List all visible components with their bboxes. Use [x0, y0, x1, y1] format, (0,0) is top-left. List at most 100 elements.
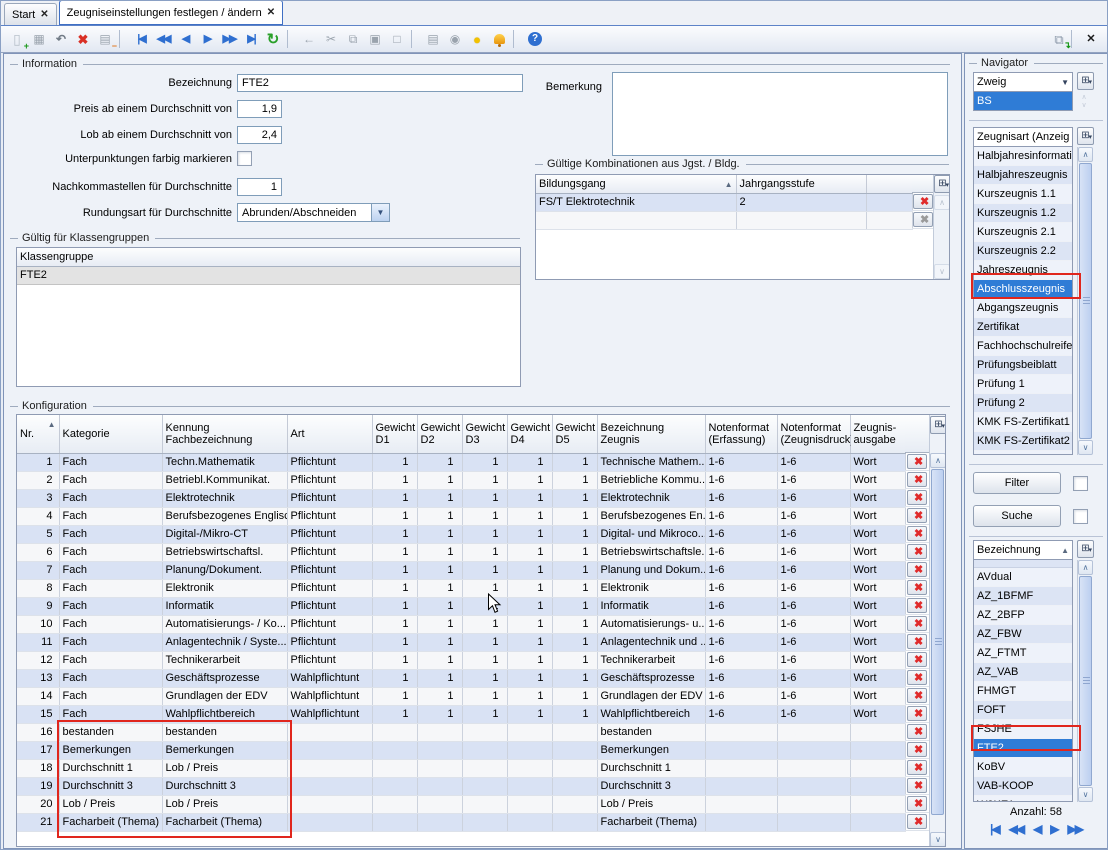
column-header[interactable]: Bezeichnung Zeugnis▲: [597, 415, 705, 453]
first-record-icon[interactable]: |◀: [131, 29, 151, 49]
bezeichnung-header[interactable]: Bezeichnung ▲: [973, 540, 1073, 560]
column-header-klassengruppe[interactable]: Klassengruppe: [17, 248, 520, 266]
preis-input[interactable]: [237, 100, 282, 118]
zeugnisart-item[interactable]: Kurszeugnis 2.1: [974, 223, 1072, 242]
zeugnisart-item[interactable]: Halbjahresinformati...: [974, 147, 1072, 166]
delete-row-button[interactable]: ✖: [907, 598, 927, 613]
konfiguration-row[interactable]: 17 Bemerkungen Bemerkungen Bemerkungen: [17, 741, 905, 759]
konfiguration-row[interactable]: 11 Fach Anlagentechnik / Syste... Pflich…: [17, 633, 905, 651]
delete-row-button[interactable]: ✖: [907, 760, 927, 775]
konfiguration-row[interactable]: 12 Fach Technikerarbeit Pflichtunt 1 1 1…: [17, 651, 905, 669]
fast-next-icon[interactable]: ▶▶: [1068, 822, 1082, 836]
delete-row-button[interactable]: ✖: [907, 814, 927, 829]
zeugnisart-item[interactable]: Kurszeugnis 1.2: [974, 204, 1072, 223]
scroll-up-icon[interactable]: ∧: [1078, 560, 1093, 575]
refresh-icon[interactable]: ↻: [263, 29, 283, 49]
column-header[interactable]: Gewicht D5▲: [552, 415, 597, 453]
delete-row-button[interactable]: ✖: [907, 652, 927, 667]
delete-row-button[interactable]: ✖: [907, 526, 927, 541]
prev-record-icon[interactable]: ◀: [1033, 822, 1040, 836]
konfiguration-row[interactable]: 3 Fach Elektrotechnik Pflichtunt 1 1 1 1…: [17, 489, 905, 507]
bemerkung-textarea[interactable]: [612, 72, 948, 156]
column-header[interactable]: Gewicht D2▲: [417, 415, 462, 453]
filter-button[interactable]: Filter: [973, 472, 1061, 494]
zeugnisart-item[interactable]: Prüfung 1: [974, 375, 1072, 394]
zeugnisart-item[interactable]: Prüfungsbeiblatt: [974, 356, 1072, 375]
zeugnisart-item[interactable]: Prüfung 2: [974, 394, 1072, 413]
column-header[interactable]: Kennung Fachbezeichnung▲: [162, 415, 287, 453]
scroll-down-icon[interactable]: ∨: [930, 832, 946, 847]
help-icon[interactable]: ?: [525, 29, 545, 49]
konfiguration-row[interactable]: 5 Fach Digital-/Mikro-CT Pflichtunt 1 1 …: [17, 525, 905, 543]
zeugnisart-item[interactable]: Abgangszeugnis: [974, 299, 1072, 318]
scroll-down-icon[interactable]: ∨: [1078, 787, 1093, 802]
delete-row-button[interactable]: ✖: [907, 454, 927, 469]
delete-row-button[interactable]: ✖: [913, 194, 933, 209]
bezeichnung-item[interactable]: KoBV: [974, 758, 1072, 777]
fast-prev-icon[interactable]: ◀◀: [153, 29, 173, 49]
column-header[interactable]: Zeugnis- ausgabe▲: [850, 415, 905, 453]
back-icon[interactable]: ←: [299, 29, 319, 49]
select-region-icon[interactable]: □: [387, 29, 407, 49]
column-header[interactable]: Notenformat (Zeugnisdruck)▲: [777, 415, 850, 453]
suche-button[interactable]: Suche: [973, 505, 1061, 527]
zeugnisart-item[interactable]: KMK FS-Zertifikat2: [974, 432, 1072, 451]
konfiguration-row[interactable]: 19 Durchschnitt 3 Durchschnitt 3 Durchsc…: [17, 777, 905, 795]
column-header[interactable]: Gewicht D1▲: [372, 415, 417, 453]
prev-record-icon[interactable]: ◀: [175, 29, 195, 49]
bezeichnung-item[interactable]: FTE2: [974, 739, 1072, 758]
konfiguration-row[interactable]: 16 bestanden bestanden bestanden: [17, 723, 905, 741]
zweig-dropdown[interactable]: Zweig ▼: [973, 72, 1073, 92]
column-header-bildungsgang[interactable]: Bildungsgang▲: [536, 175, 736, 193]
scroll-up-icon[interactable]: ∧: [930, 453, 946, 468]
zeugnisart-item[interactable]: Zertifikat: [974, 318, 1072, 337]
delete-row-button[interactable]: ✖: [907, 706, 927, 721]
form-remove-icon[interactable]: ▤ −: [95, 29, 115, 49]
bell-icon[interactable]: [489, 29, 509, 49]
hint-icon[interactable]: ●: [467, 29, 487, 49]
konfiguration-row[interactable]: 20 Lob / Preis Lob / Preis Lob / Preis: [17, 795, 905, 813]
lob-input[interactable]: [237, 126, 282, 144]
bezeichnung-item[interactable]: AZ_VAB: [974, 663, 1072, 682]
scroll-down-icon[interactable]: ∨: [1078, 440, 1093, 455]
bezeichnung-item[interactable]: W3KE1: [974, 796, 1072, 802]
delete-row-button[interactable]: ✖: [907, 796, 927, 811]
scrollbar-thumb[interactable]: [1079, 576, 1092, 786]
scroll-up-icon[interactable]: ∧: [1077, 94, 1091, 101]
konfiguration-row[interactable]: 15 Fach Wahlpflichtbereich Wahlpflichtun…: [17, 705, 905, 723]
delete-row-button[interactable]: ✖: [907, 508, 927, 523]
konfiguration-row[interactable]: 21 Facharbeit (Thema) Facharbeit (Thema)…: [17, 813, 905, 831]
fast-next-icon[interactable]: ▶▶: [219, 29, 239, 49]
tab-close-icon[interactable]: ✕: [40, 9, 48, 20]
delete-row-button[interactable]: ✖: [907, 472, 927, 487]
delete-row-button[interactable]: ✖: [907, 724, 927, 739]
grid-settings-icon[interactable]: ⊞: [1077, 72, 1094, 90]
delete-row-button[interactable]: ✖: [907, 616, 927, 631]
close-view-icon[interactable]: ✕: [1081, 29, 1101, 49]
bezeichnung-item[interactable]: AZ_FTMT: [974, 644, 1072, 663]
zeugnisart-item[interactable]: Jahreszeugnis: [974, 261, 1072, 280]
unterpunktungen-checkbox[interactable]: [237, 151, 252, 166]
bezeichnung-item[interactable]: FOFT: [974, 701, 1072, 720]
zeugnisart-item[interactable]: KMK FS-Zertifikat3: [974, 451, 1072, 455]
zweig-item-bs[interactable]: BS: [974, 92, 1072, 111]
column-header[interactable]: Gewicht D3▲: [462, 415, 507, 453]
column-header[interactable]: Notenformat (Erfassung)▲: [705, 415, 777, 453]
konfiguration-row[interactable]: 14 Fach Grundlagen der EDV Wahlpflichtun…: [17, 687, 905, 705]
bezeichnung-item[interactable]: AZ_1BFMF: [974, 587, 1072, 606]
first-record-icon[interactable]: |◀: [990, 822, 999, 836]
delete-row-button[interactable]: ✖: [907, 778, 927, 793]
konfiguration-row[interactable]: 2 Fach Betriebl.Kommunikat. Pflichtunt 1…: [17, 471, 905, 489]
rundungsart-select[interactable]: Abrunden/Abschneiden ▼: [237, 203, 390, 222]
grid-settings-icon[interactable]: ⊞: [1077, 540, 1094, 558]
bezeichnung-item[interactable]: FSJHE: [974, 720, 1072, 739]
column-header[interactable]: Nr.▲: [17, 415, 59, 453]
delete-row-button[interactable]: ✖: [907, 634, 927, 649]
scrollbar-thumb[interactable]: [931, 469, 944, 815]
tab-start[interactable]: Start ✕: [4, 3, 57, 25]
column-header[interactable]: Art▲: [287, 415, 372, 453]
delete-record-icon[interactable]: ✖: [73, 29, 93, 49]
zeugnisart-item[interactable]: Fachhochschulreife: [974, 337, 1072, 356]
zeugnisart-header[interactable]: Zeugnisart (Anzeige...: [973, 127, 1073, 147]
grid-settings-icon[interactable]: ⊞: [930, 416, 946, 434]
